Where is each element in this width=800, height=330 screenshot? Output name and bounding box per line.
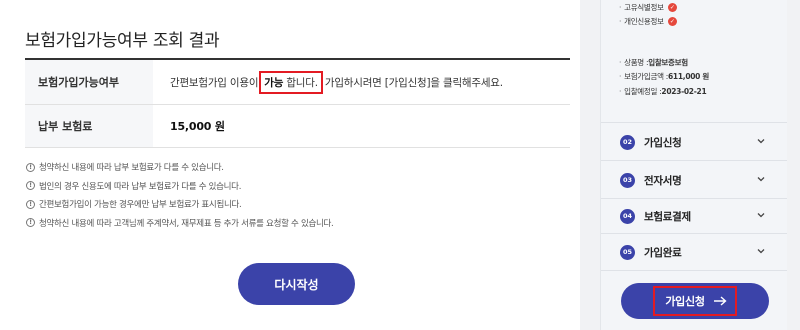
- eligibility-label: 보험가입가능여부: [25, 60, 153, 104]
- page-title: 보험가입가능여부 조회 결과: [25, 31, 220, 51]
- apply-button-label: 가입신청: [665, 295, 705, 308]
- summary-value: 2023-02-21: [661, 86, 707, 96]
- chevron-down-icon: [757, 213, 765, 218]
- note-item: ! 법인의 경우 신용도에 따라 납부 보험료가 다를 수 있습니다.: [26, 177, 333, 196]
- consent-label: 고유식별정보: [624, 2, 664, 12]
- premium-value: 15,000 원: [170, 120, 225, 133]
- check-circle-icon: ✓: [667, 2, 677, 12]
- step-label: 가입완료: [644, 246, 682, 259]
- info-circle-icon: !: [26, 199, 35, 209]
- note-item: ! 청약하신 내용에 따라 고객님께 주계약서, 재무제표 등 추가 서류를 요청…: [26, 214, 334, 233]
- step-number-badge: 02: [620, 134, 635, 150]
- note-item: ! 청약하신 내용에 따라 납부 보험료가 다를 수 있습니다.: [26, 158, 333, 177]
- note-text: 청약하신 내용에 따라 고객님께 주계약서, 재무제표 등 추가 서류를 요청할…: [39, 218, 334, 229]
- note-text: 간편보험가입이 가능한 경우에만 납부 보험료가 표시됩니다.: [39, 200, 242, 211]
- premium-label: 납부 보험료: [25, 105, 153, 147]
- consent-item: · 개인신용정보 ✓: [619, 15, 677, 30]
- arrow-right-icon: [713, 296, 727, 306]
- note-text: 청약하신 내용에 따라 납부 보험료가 다를 수 있습니다.: [39, 163, 224, 174]
- step-label: 보험료결제: [644, 210, 691, 223]
- step-number-badge: 05: [620, 244, 635, 260]
- apply-highlight-box: 가입신청: [653, 286, 737, 316]
- background-strip: [580, 0, 600, 330]
- summary-label: 상품명 :: [624, 57, 649, 67]
- eligibility-highlight-box: 가능 합니다.: [259, 70, 323, 94]
- note-item: ! 간편보험가입이 가능한 경우에만 납부 보험료가 표시됩니다.: [26, 195, 333, 214]
- summary-item: · 상품명 : 입찰보증보험: [619, 57, 688, 67]
- step-apply[interactable]: 02 가입신청: [601, 123, 787, 161]
- consent-item: · 고유식별정보 ✓: [619, 0, 677, 15]
- step-premium-payment[interactable]: 04 보험료결제: [601, 197, 787, 235]
- chevron-down-icon: [757, 249, 765, 254]
- sidebar-edge: [787, 0, 800, 330]
- step-complete[interactable]: 05 가입완료: [601, 233, 787, 271]
- summary-item: · 보험가입금액 : 611,000 원: [619, 72, 709, 82]
- summary-value: 611,000 원: [668, 72, 709, 82]
- table-row-eligibility: 보험가입가능여부 간편보험가입 이용이 가능 합니다. 가입하시려면 [가입신청…: [25, 60, 570, 105]
- eligibility-text-before: 간편보험가입 이용이: [170, 76, 259, 89]
- apply-button[interactable]: 가입신청: [621, 283, 769, 319]
- notes-list: ! 청약하신 내용에 따라 납부 보험료가 다를 수 있습니다. ! 법인의 경우 …: [26, 158, 334, 233]
- step-e-signature[interactable]: 03 전자서명: [601, 161, 787, 199]
- summary-list: · 상품명 : 입찰보증보험 · 보험가입금액 : 611,000 원 · 입찰예정일…: [619, 55, 709, 99]
- consent-label: 개인신용정보: [624, 17, 664, 27]
- result-panel: 보험가입가능여부 조회 결과 보험가입가능여부 간편보험가입 이용이 가능 합니…: [0, 0, 580, 330]
- table-row-premium: 납부 보험료 15,000 원: [25, 105, 570, 148]
- consent-list: · 고유식별정보 ✓ · 개인신용정보 ✓: [619, 0, 677, 29]
- info-circle-icon: !: [26, 162, 35, 172]
- step-label: 가입신청: [644, 136, 682, 149]
- eligibility-value: 간편보험가입 이용이 가능 합니다. 가입하시려면 [가입신청]을 클릭해주세요…: [170, 60, 503, 104]
- info-circle-icon: !: [26, 218, 35, 228]
- summary-item: · 입찰예정일 : 2023-02-21: [619, 86, 707, 96]
- summary-value: 입찰보증보험: [648, 57, 688, 67]
- eligibility-status-tail: 합니다.: [286, 76, 318, 89]
- info-circle-icon: !: [26, 181, 35, 191]
- rewrite-button[interactable]: 다시작성: [238, 263, 355, 305]
- eligibility-text-after: 가입하시려면 [가입신청]을 클릭해주세요.: [324, 76, 503, 89]
- application-sidebar: · 고유식별정보 ✓ · 개인신용정보 ✓ · 상품명 : 입찰보증보험 · 보험가입금액 …: [600, 0, 787, 330]
- divider: [601, 270, 787, 271]
- premium-value-cell: 15,000 원: [170, 105, 225, 147]
- eligibility-status: 가능: [264, 76, 284, 89]
- step-number-badge: 03: [620, 172, 635, 188]
- chevron-down-icon: [757, 177, 765, 182]
- step-label: 전자서명: [644, 174, 682, 187]
- summary-label: 보험가입금액 :: [624, 72, 669, 82]
- note-text: 법인의 경우 신용도에 따라 납부 보험료가 다를 수 있습니다.: [39, 181, 242, 192]
- check-circle-icon: ✓: [667, 17, 677, 27]
- chevron-down-icon: [757, 139, 765, 144]
- summary-label: 입찰예정일 :: [624, 86, 662, 96]
- step-number-badge: 04: [620, 208, 635, 224]
